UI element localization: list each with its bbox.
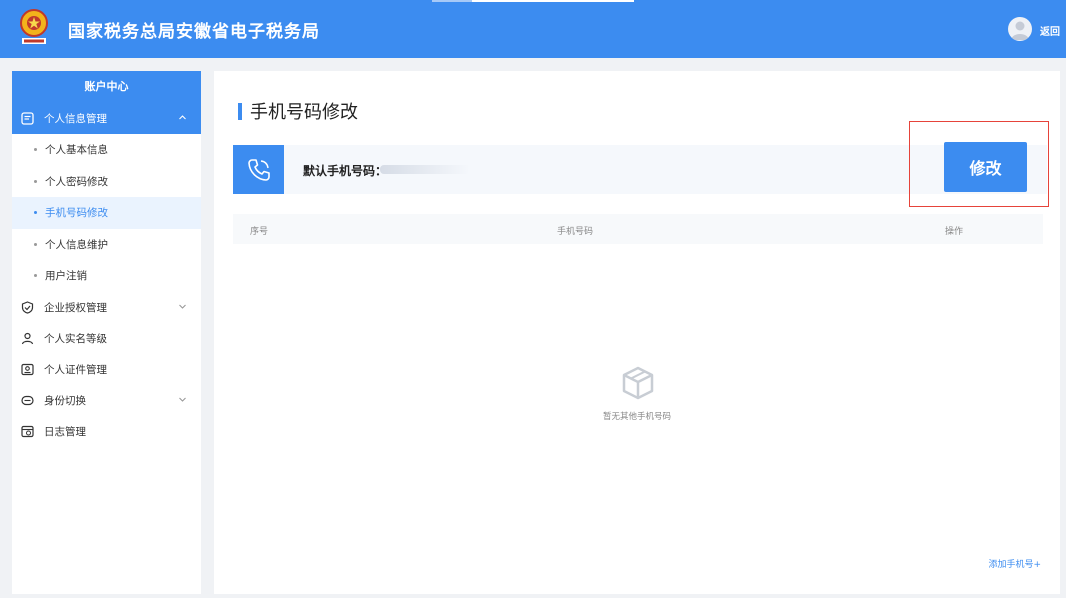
app-title: 国家税务总局安徽省电子税务局 — [68, 22, 320, 42]
sidebar-group-realname-level[interactable]: 个人实名等级 — [12, 323, 201, 354]
sidebar-item-deregister[interactable]: 用户注销 — [12, 260, 201, 292]
highlight-box — [909, 121, 1049, 207]
sidebar-group-label: 个人实名等级 — [44, 332, 107, 345]
add-phone-link[interactable]: 添加手机号+ — [988, 557, 1041, 570]
sidebar-item-label: 手机号码修改 — [45, 207, 108, 220]
user-hand-icon — [20, 331, 34, 345]
column-header-action: 操作 — [945, 227, 964, 237]
tab-indicator — [432, 0, 472, 2]
sidebar-group-id-docs[interactable]: 个人证件管理 — [12, 354, 201, 385]
shield-check-icon — [20, 300, 34, 314]
sidebar-group-identity-switch[interactable]: 身份切换 — [12, 385, 201, 416]
sidebar-item-phone[interactable]: 手机号码修改 — [12, 197, 201, 229]
page-title: 手机号码修改 — [238, 98, 358, 124]
sidebar-group-enterprise-auth[interactable]: 企业授权管理 — [12, 292, 201, 323]
masked-phone-value — [380, 165, 470, 174]
sidebar-group-label: 个人证件管理 — [44, 363, 107, 376]
phone-table-header: 序号 手机号码 操作 — [233, 214, 1043, 244]
sidebar-group-logs[interactable]: 日志管理 — [12, 416, 201, 447]
sidebar-group-label: 日志管理 — [44, 425, 86, 438]
bullet-dot — [34, 274, 37, 278]
sidebar-heading: 账户中心 — [12, 71, 201, 103]
default-phone-label: 默认手机号码： — [303, 164, 388, 178]
tax-emblem-logo — [14, 7, 54, 51]
back-button[interactable]: 返回 — [1040, 23, 1060, 38]
user-icon — [1011, 21, 1029, 40]
form-icon — [20, 112, 34, 126]
column-header-index: 序号 — [250, 227, 269, 237]
chevron-up-icon — [179, 115, 186, 120]
id-card-icon — [20, 362, 34, 376]
sidebar-group-personal-info[interactable]: 个人信息管理 — [12, 103, 201, 134]
column-header-phone: 手机号码 — [557, 227, 594, 237]
empty-state-text: 暂无其他手机号码 — [602, 412, 671, 422]
sidebar-group-label: 个人信息管理 — [44, 113, 107, 125]
bullet-dot — [34, 211, 37, 215]
sidebar-group-label: 企业授权管理 — [44, 301, 107, 314]
sidebar-item-label: 个人信息维护 — [45, 238, 108, 251]
sidebar: 账户中心 个人信息管理 个人基本信息 个人密码修改 手机号码修改 个人信息维护 … — [12, 71, 201, 594]
bullet-dot — [34, 179, 37, 183]
sidebar-item-password[interactable]: 个人密码修改 — [12, 166, 201, 198]
page-title-text: 手机号码修改 — [250, 102, 358, 123]
chevron-down-icon — [179, 397, 186, 402]
log-icon — [20, 424, 34, 438]
bullet-dot — [34, 148, 37, 152]
sidebar-group-label: 身份切换 — [44, 394, 86, 407]
empty-box-icon — [621, 366, 655, 400]
sidebar-item-basic-info[interactable]: 个人基本信息 — [12, 134, 201, 166]
top-header: 国家税务总局安徽省电子税务局 返回 — [0, 0, 1066, 58]
sidebar-item-info-maintain[interactable]: 个人信息维护 — [12, 229, 201, 261]
tab-indicator-active — [472, 0, 634, 2]
sidebar-item-label: 用户注销 — [45, 270, 87, 283]
phone-icon — [233, 145, 284, 194]
sidebar-item-label: 个人密码修改 — [45, 175, 108, 188]
switch-icon — [20, 393, 34, 407]
sidebar-item-label: 个人基本信息 — [45, 144, 108, 157]
avatar[interactable] — [1008, 17, 1032, 41]
chevron-down-icon — [179, 304, 186, 309]
main-panel: 手机号码修改 默认手机号码： 修改 序号 手机号码 操作 暂无其他手机号码 添加… — [214, 71, 1060, 594]
title-accent-bar — [238, 102, 242, 120]
bullet-dot — [34, 242, 37, 246]
